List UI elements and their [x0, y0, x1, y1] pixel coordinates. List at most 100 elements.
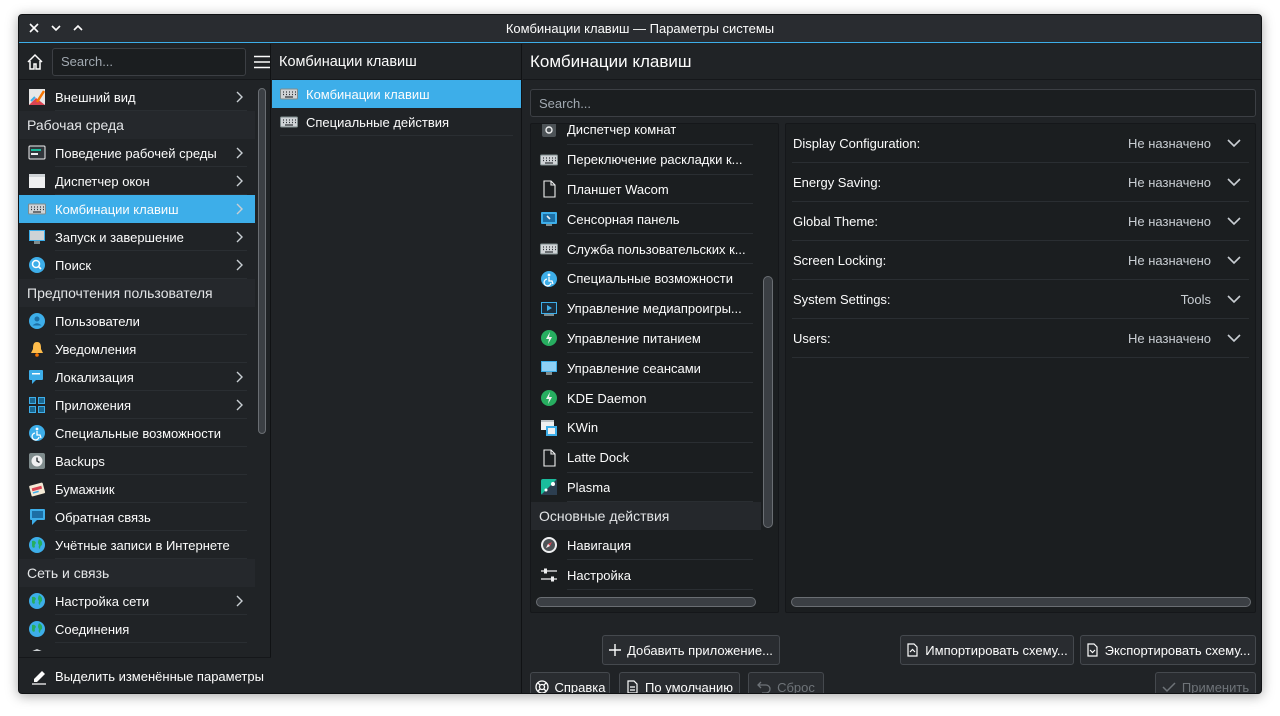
accessibility-icon [27, 423, 47, 443]
sidebar-item[interactable]: Поведение рабочей среды [19, 139, 255, 167]
highlight-changed-button[interactable]: Выделить изменённые параметры [19, 657, 271, 693]
sidebar-item[interactable]: Backups [19, 447, 255, 475]
component-item[interactable]: Планшет Wacom [531, 175, 761, 205]
shortcut-row[interactable]: Display Configuration: Не назначено [792, 124, 1249, 163]
applications-icon [27, 395, 47, 415]
shortcut-row[interactable]: Users: Не назначено [792, 319, 1249, 358]
component-item[interactable]: Специальные возможности [531, 264, 761, 294]
sidebar-item[interactable]: Уведомления [19, 335, 255, 363]
sidebar-scrollbar[interactable] [258, 88, 266, 434]
sidebar-item[interactable]: Локализация [19, 363, 255, 391]
page-title: Комбинации клавиш [523, 44, 1261, 80]
expand-shortcut-button[interactable] [1225, 290, 1243, 308]
expand-shortcut-button[interactable] [1225, 251, 1243, 269]
defaults-button[interactable]: По умолчанию [619, 672, 740, 693]
shortcut-row[interactable]: Global Theme: Не назначено [792, 202, 1249, 241]
component-item-label: Диспетчер комнат [567, 123, 677, 138]
component-item[interactable]: Настройка [531, 560, 761, 590]
bell-icon [27, 339, 47, 359]
import-scheme-button[interactable]: Импортировать схему... [900, 635, 1074, 665]
apply-button[interactable]: Применить [1155, 672, 1256, 693]
workspace-behavior-icon [27, 143, 47, 163]
sidebar-item[interactable]: Специальные возможности [19, 419, 255, 447]
chevron-up-icon [73, 24, 83, 31]
add-application-button[interactable]: Добавить приложение... [602, 635, 780, 665]
expand-shortcut-button[interactable] [1225, 212, 1243, 230]
component-item[interactable]: Диспетчер комнат [531, 123, 761, 145]
sidebar-item-label: Пользователи [55, 313, 140, 329]
component-item[interactable]: Управление сеансами [531, 353, 761, 383]
sidebar-item[interactable]: Учётные записи в Интернете [19, 531, 255, 559]
sidebar-item[interactable]: Брандмауэр [19, 643, 255, 651]
subcategory-item[interactable]: Комбинации клавиш [272, 80, 521, 108]
subcategory-panel: Комбинации клавиш Комбинации клавиш Специ… [272, 44, 522, 693]
component-item[interactable]: KWin [531, 413, 761, 443]
sidebar-item[interactable]: Пользователи [19, 307, 255, 335]
component-list-vscrollbar[interactable] [763, 276, 773, 528]
chevron-down-icon [1227, 295, 1241, 304]
startup-icon [27, 227, 47, 247]
shortcut-list-hscrollbar[interactable] [791, 597, 1251, 607]
sidebar-item[interactable]: Соединения [19, 615, 255, 643]
component-item-label: KWin [567, 420, 599, 436]
shortcut-row[interactable]: Screen Locking: Не назначено [792, 241, 1249, 280]
component-item[interactable]: Сенсорная панель [531, 204, 761, 234]
sidebar-item-label: Учётные записи в Интернете [55, 537, 230, 553]
hamburger-menu-button[interactable] [254, 51, 270, 73]
shortcut-row[interactable]: System Settings: Tools [792, 280, 1249, 319]
export-scheme-button[interactable]: Экспортировать схему... [1080, 635, 1256, 665]
wallet-icon [27, 479, 47, 499]
firewall-icon [27, 647, 47, 651]
export-scheme-label: Экспортировать схему... [1104, 642, 1251, 658]
minimize-window-button[interactable] [49, 21, 63, 35]
reset-button[interactable]: Сброс [748, 672, 824, 693]
session-icon [539, 358, 559, 378]
sidebar-item-label: Внешний вид [55, 89, 136, 105]
home-button[interactable] [26, 49, 44, 75]
feedback-icon [27, 507, 47, 527]
keyboard-icon [280, 85, 298, 103]
expand-shortcut-button[interactable] [1225, 173, 1243, 191]
component-item[interactable]: Управление питанием [531, 324, 761, 354]
expand-shortcut-button[interactable] [1225, 134, 1243, 152]
title-bar: Комбинации клавиш — Параметры системы [19, 15, 1261, 43]
shortcut-action-name: Display Configuration: [793, 135, 921, 151]
sidebar-item[interactable]: Диспетчер окон [19, 167, 255, 195]
sidebar-item[interactable]: Обратная связь [19, 503, 255, 531]
component-item[interactable]: Переключение раскладки к... [531, 145, 761, 175]
sidebar-item[interactable]: Запуск и завершение [19, 223, 255, 251]
sidebar-item-label: Соединения [55, 621, 130, 637]
accessibility-icon [539, 269, 559, 289]
sidebar-item[interactable]: Приложения [19, 391, 255, 419]
sidebar-item[interactable]: Настройка сети [19, 587, 255, 615]
component-item[interactable]: KDE Daemon [531, 383, 761, 413]
sidebar-section-header: Сеть и связь [19, 559, 255, 587]
component-item[interactable]: Навигация [531, 530, 761, 560]
help-button[interactable]: Справка [530, 672, 610, 693]
shortcut-row[interactable]: Energy Saving: Не назначено [792, 163, 1249, 202]
sidebar-item[interactable]: Поиск [19, 251, 255, 279]
close-window-button[interactable] [27, 21, 41, 35]
chevron-right-icon [236, 175, 243, 187]
component-item[interactable]: Служба пользовательских к... [531, 234, 761, 264]
component-item-label: Сенсорная панель [567, 211, 680, 227]
component-item[interactable]: Plasma [531, 473, 761, 503]
globe-icon [27, 591, 47, 611]
shortcut-search-input[interactable] [530, 89, 1256, 117]
maximize-window-button[interactable] [71, 21, 85, 35]
component-item[interactable]: Latte Dock [531, 443, 761, 473]
sidebar-search-input[interactable] [52, 47, 246, 76]
chevron-down-icon [51, 25, 61, 32]
settings-sliders-icon [539, 565, 559, 585]
expand-shortcut-button[interactable] [1225, 329, 1243, 347]
sidebar-item[interactable]: Комбинации клавиш [19, 195, 255, 223]
document-icon [539, 179, 559, 199]
component-list-hscrollbar[interactable] [536, 597, 756, 607]
subcategory-item[interactable]: Специальные действия [272, 108, 521, 136]
settings-window: Комбинации клавиш — Параметры системы Вн… [18, 14, 1262, 694]
media-icon [539, 299, 559, 319]
sidebar-item[interactable]: Внешний вид [19, 83, 255, 111]
component-item[interactable]: Управление медиапроигры... [531, 294, 761, 324]
sidebar-item[interactable]: Бумажник [19, 475, 255, 503]
shortcut-action-name: Users: [793, 330, 831, 346]
